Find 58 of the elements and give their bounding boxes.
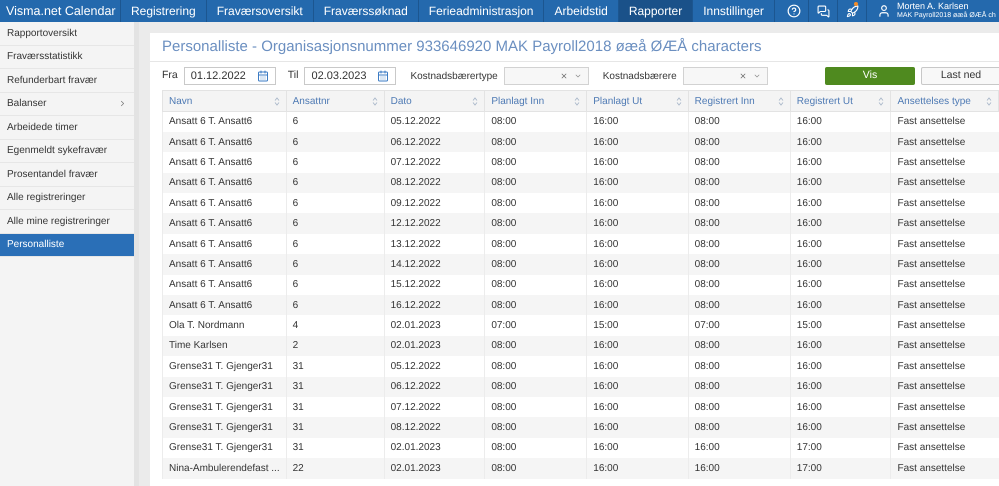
table-cell: 22 [286, 458, 384, 479]
download-button[interactable]: Last ned [921, 67, 999, 85]
table-cell: Fast ansettelse [890, 458, 998, 479]
nav-tab[interactable]: Ferieadministrasjon [418, 0, 544, 22]
column-header[interactable]: Ansettelses type [890, 90, 998, 112]
nav-tab[interactable]: Fraværssøknad [314, 0, 419, 22]
sidebar-item[interactable]: Prosentandel fravær [0, 163, 134, 186]
column-header[interactable]: Ansattnr [286, 90, 384, 112]
table-cell: 02.01.2023 [384, 458, 485, 479]
help-icon [786, 4, 800, 18]
to-date-field[interactable]: 02.03.2023 [304, 67, 396, 85]
table-cell: 16:00 [688, 458, 790, 479]
cost-type-label: Kostnadsbærertype [410, 70, 498, 84]
dropdown-icon[interactable] [574, 72, 582, 80]
sort-icon[interactable] [986, 96, 992, 106]
from-label: Fra [162, 68, 178, 84]
to-label: Til [288, 68, 298, 84]
sidebar-item[interactable]: Rapportoversikt [0, 22, 134, 46]
sidebar-item[interactable]: Fraværsstatistikk [0, 46, 134, 69]
table-cell: 08:00 [484, 458, 587, 479]
from-date-field[interactable]: 01.12.2022 [184, 67, 276, 85]
chat-icon [816, 4, 830, 18]
clear-icon[interactable] [738, 72, 747, 80]
nav-tab[interactable]: Innstillinger [693, 0, 775, 22]
user-name: Morten A. Karlsen [897, 2, 970, 11]
sort-icon[interactable] [472, 96, 478, 106]
nav-tab[interactable]: Rapporter [618, 0, 694, 22]
user-icon[interactable] [877, 4, 891, 18]
sort-icon[interactable] [878, 96, 884, 106]
sidebar-item[interactable]: Arbeidede timer [0, 116, 134, 140]
sort-icon[interactable] [778, 96, 784, 106]
cost-label: Kostnadsbærere [602, 70, 677, 84]
show-button[interactable]: Vis [825, 67, 915, 85]
page-title: Personalliste - Organisasjonsnummer 933646920 MAK Payroll2018 øæå ØÆÅ characters [162, 36, 762, 57]
sort-icon[interactable] [574, 96, 580, 106]
table-cell: 16:00 [586, 458, 688, 479]
rocket-icon [846, 4, 858, 18]
column-header[interactable]: Navn [162, 90, 286, 112]
sidebar-item[interactable]: Personalliste [0, 234, 134, 257]
sidebar-item[interactable]: Alle registreringer [0, 186, 134, 210]
sidebar-item[interactable]: Refunderbart fravær [0, 69, 134, 92]
column-header[interactable]: Dato [384, 90, 485, 112]
sort-icon[interactable] [372, 96, 378, 106]
sidebar-item[interactable]: Egenmeldt sykefravær [0, 140, 134, 163]
sidebar-item[interactable]: Balanser [0, 92, 134, 116]
column-header[interactable]: Planlagt Inn [484, 90, 587, 112]
table-cell: Nina-Ambulerendefast ... [162, 458, 286, 479]
column-header[interactable]: Registrert Inn [688, 90, 790, 112]
column-header[interactable]: Registrert Ut [790, 90, 891, 112]
nav-tab[interactable]: Fraværsoversikt [206, 0, 314, 22]
clear-icon[interactable] [560, 72, 568, 80]
calendar-icon[interactable] [256, 70, 269, 82]
column-header[interactable]: Planlagt Ut [586, 90, 688, 112]
calendar-icon[interactable] [377, 70, 390, 82]
sort-icon[interactable] [676, 96, 682, 106]
sort-icon[interactable] [274, 96, 280, 106]
table-cell: 17:00 [790, 458, 891, 479]
dropdown-icon[interactable] [752, 72, 761, 80]
